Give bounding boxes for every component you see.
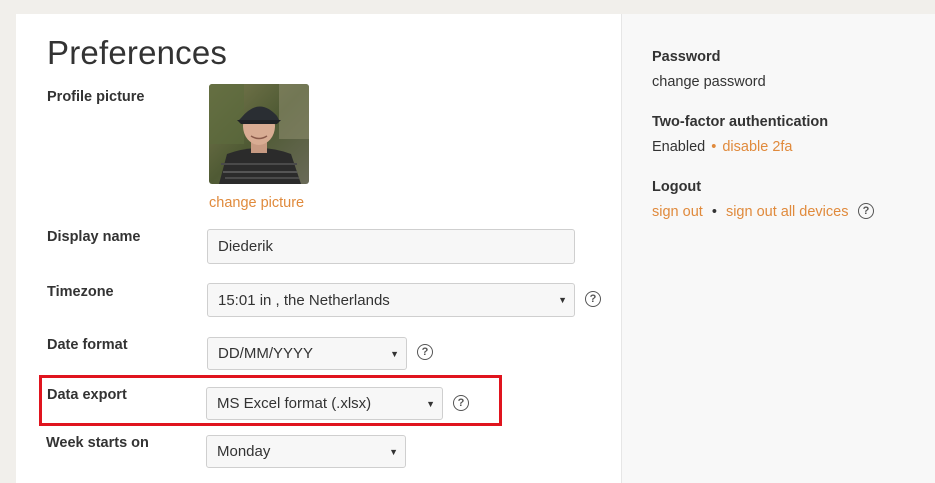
timezone-value: 15:01 in , the Netherlands (218, 291, 390, 309)
date-format-label: Date format (47, 337, 128, 353)
change-picture-link[interactable]: change picture (209, 195, 304, 211)
two-factor-heading: Two-factor authentication (652, 114, 829, 130)
logout-help-icon[interactable]: ? (858, 203, 874, 219)
page-title: Preferences (47, 34, 228, 71)
chevron-down-icon: ▼ (558, 295, 567, 305)
timezone-select[interactable]: 15:01 in , the Netherlands ▼ (207, 283, 575, 317)
date-format-help-icon[interactable]: ? (417, 344, 433, 360)
display-name-input[interactable] (207, 229, 575, 264)
data-export-label: Data export (47, 387, 127, 403)
display-name-label: Display name (47, 229, 141, 245)
week-starts-value: Monday (217, 443, 271, 460)
week-starts-select[interactable]: Monday ▼ (206, 435, 406, 468)
two-factor-status-row: Enabled • disable 2fa (652, 139, 793, 155)
week-starts-label: Week starts on (46, 435, 149, 451)
sign-out-link[interactable]: sign out (652, 204, 703, 220)
data-export-help-icon[interactable]: ? (453, 395, 469, 411)
profile-picture-label: Profile picture (47, 89, 145, 105)
logout-heading: Logout (652, 179, 702, 195)
data-export-select[interactable]: MS Excel format (.xlsx) ▼ (206, 387, 443, 420)
timezone-label: Timezone (47, 284, 114, 300)
chevron-down-icon: ▼ (389, 446, 398, 457)
password-heading: Password (652, 49, 721, 65)
change-password-link[interactable]: change password (652, 74, 766, 90)
sign-out-all-devices-link[interactable]: sign out all devices (726, 204, 849, 220)
logout-links-row: sign out • sign out all devices (652, 204, 848, 220)
separator-dot: • (711, 204, 717, 220)
two-factor-status: Enabled (652, 139, 706, 155)
avatar-photo (209, 84, 309, 184)
separator-dot: • (711, 139, 717, 155)
avatar (209, 84, 309, 184)
data-export-value: MS Excel format (.xlsx) (217, 395, 372, 412)
timezone-help-icon[interactable]: ? (585, 291, 601, 307)
date-format-value: DD/MM/YYYY (218, 345, 314, 362)
date-format-select[interactable]: DD/MM/YYYY ▼ (207, 337, 407, 370)
chevron-down-icon: ▼ (390, 348, 399, 359)
disable-2fa-link[interactable]: disable 2fa (722, 139, 792, 155)
chevron-down-icon: ▼ (426, 398, 435, 409)
